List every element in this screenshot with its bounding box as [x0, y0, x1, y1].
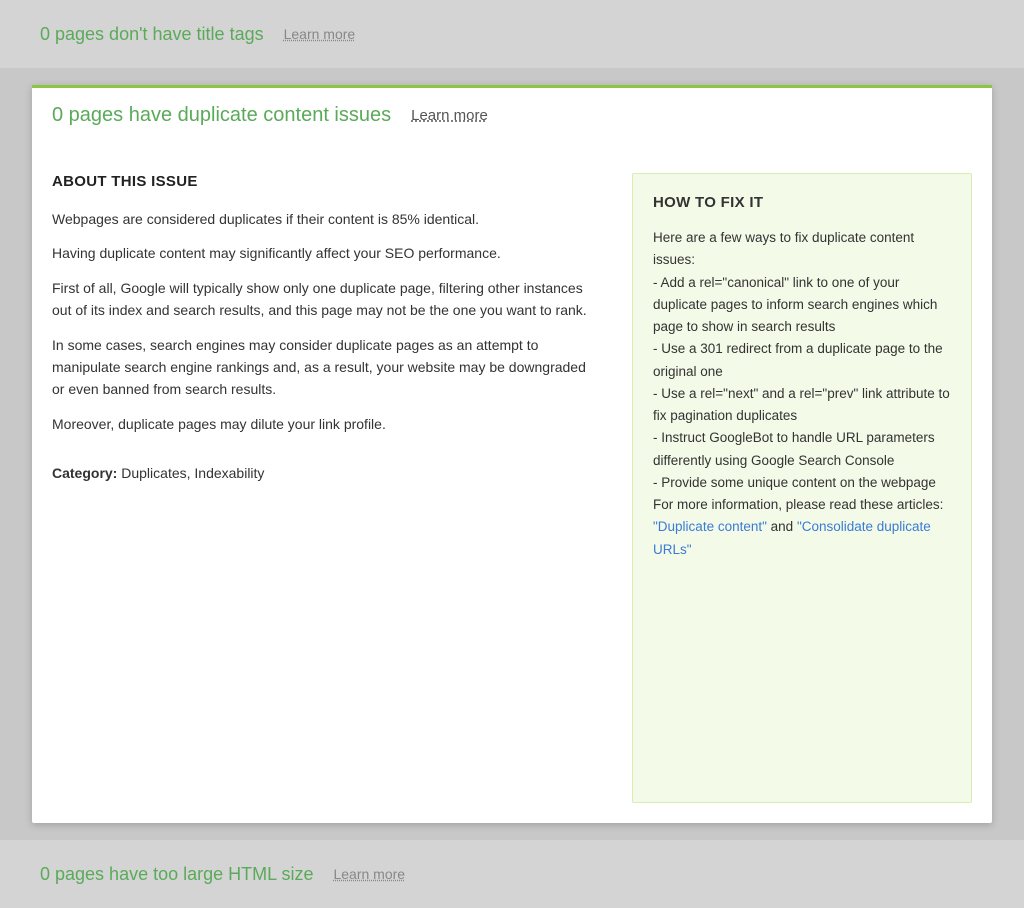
category-line: Category: Duplicates, Indexability — [52, 465, 602, 481]
bottom-row-title: 0 pages have too large HTML size — [40, 864, 313, 885]
category-label: Category: — [52, 465, 117, 481]
top-divider — [0, 68, 1024, 85]
bottom-row-learn-more[interactable]: Learn more — [333, 866, 405, 882]
popup-title: 0 pages have duplicate content issues — [52, 104, 391, 127]
about-heading: ABOUT THIS ISSUE — [52, 173, 602, 190]
and-text: and — [767, 519, 797, 534]
popup-body: ABOUT THIS ISSUE Webpages are considered… — [32, 143, 992, 823]
duplicate-content-link[interactable]: "Duplicate content" — [653, 519, 767, 534]
bottom-row: 0 pages have too large HTML size Learn m… — [0, 840, 1024, 908]
about-para-1: Webpages are considered duplicates if th… — [52, 208, 602, 230]
left-panel: ABOUT THIS ISSUE Webpages are considered… — [52, 173, 612, 803]
top-row: 0 pages don't have title tags Learn more — [0, 0, 1024, 68]
popup-learn-more[interactable]: Learn more — [411, 107, 488, 124]
top-row-learn-more[interactable]: Learn more — [284, 26, 356, 42]
about-para-2: Having duplicate content may significant… — [52, 242, 602, 264]
popup-header: 0 pages have duplicate content issues Le… — [32, 85, 992, 143]
about-para-5: Moreover, duplicate pages may dilute you… — [52, 413, 602, 435]
top-row-title: 0 pages don't have title tags — [40, 24, 264, 45]
popup-container: 0 pages have duplicate content issues Le… — [32, 85, 992, 823]
about-para-3: First of all, Google will typically show… — [52, 277, 602, 322]
right-panel: HOW TO FIX IT Here are a few ways to fix… — [632, 173, 972, 803]
how-to-fix-heading: HOW TO FIX IT — [653, 194, 951, 211]
about-para-4: In some cases, search engines may consid… — [52, 334, 602, 401]
how-to-fix-text: Here are a few ways to fix duplicate con… — [653, 227, 951, 561]
category-value: Duplicates, Indexability — [117, 465, 264, 481]
